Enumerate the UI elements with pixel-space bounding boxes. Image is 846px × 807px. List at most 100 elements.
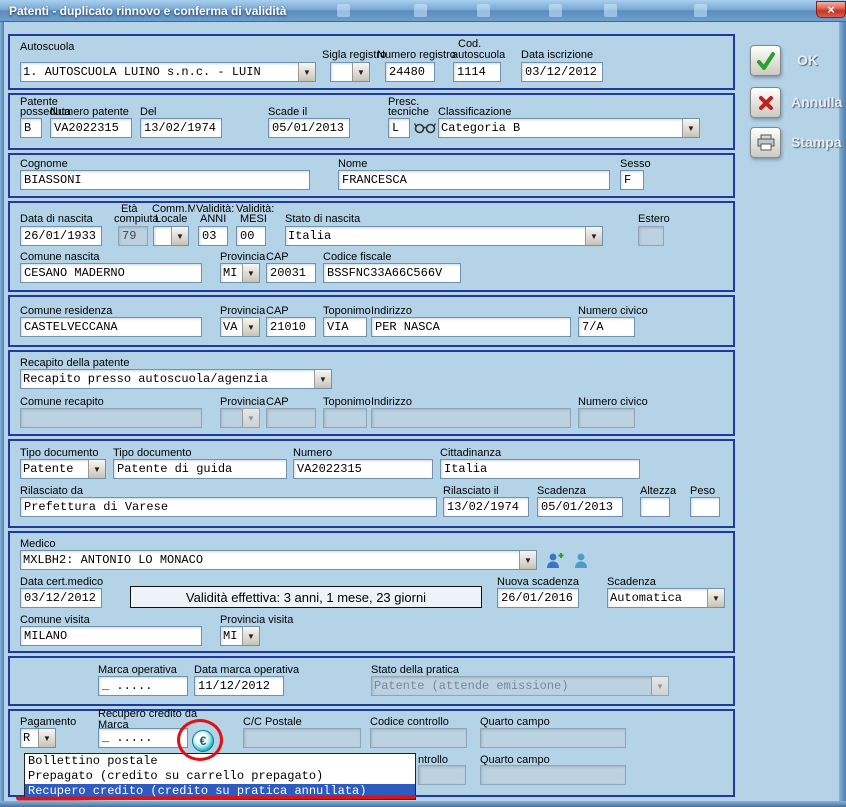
sigla-registro-select[interactable]: ▼ bbox=[330, 62, 370, 82]
recapito-select[interactable]: Recapito presso autoscuola/agenzia ▼ bbox=[20, 369, 332, 389]
app-window: Patenti - duplicato rinnovo e conferma d… bbox=[0, 0, 846, 807]
close-icon: × bbox=[827, 2, 835, 17]
peso-field[interactable] bbox=[690, 497, 720, 517]
ok-button-label[interactable]: OK bbox=[797, 52, 818, 68]
rilasciato-da-field[interactable]: Prefettura di Varese bbox=[20, 497, 437, 517]
presc-field[interactable]: L bbox=[388, 118, 410, 138]
nome-label: Nome bbox=[338, 158, 367, 170]
classificazione-select[interactable]: Categoria B ▼ bbox=[438, 118, 700, 138]
chevron-down-icon: ▼ bbox=[242, 318, 259, 336]
estero-field bbox=[638, 226, 664, 246]
recapito-value: Recapito presso autoscuola/agenzia bbox=[21, 370, 314, 388]
cittadinanza-field[interactable]: Italia bbox=[440, 459, 640, 479]
anni-field[interactable]: 03 bbox=[198, 226, 228, 246]
comune-residenza-label: Comune residenza bbox=[20, 305, 112, 317]
doctor-icon[interactable] bbox=[571, 551, 591, 576]
comune-nascita-field[interactable]: CESANO MADERNO bbox=[20, 263, 202, 283]
medico-select[interactable]: MXLBH2: ANTONIO LO MONACO ▼ bbox=[20, 550, 537, 570]
rilasciato-da-label: Rilasciato da bbox=[20, 485, 83, 497]
sesso-field[interactable]: F bbox=[620, 170, 644, 190]
euro-credit-icon[interactable]: € bbox=[192, 730, 214, 752]
numero-patente-field[interactable]: VA2022315 bbox=[50, 118, 132, 138]
stato-nascita-select[interactable]: Italia ▼ bbox=[285, 226, 603, 246]
mesi-field[interactable]: 00 bbox=[236, 226, 266, 246]
annulla-button[interactable] bbox=[750, 87, 781, 118]
del-field[interactable]: 13/02/1974 bbox=[140, 118, 222, 138]
altezza-field[interactable] bbox=[640, 497, 670, 517]
numero-civico-field[interactable]: 7/A bbox=[578, 317, 635, 337]
codice-fiscale-field[interactable]: BSSFNC33A66C566V bbox=[323, 263, 461, 283]
patente-posseduta-field[interactable]: B bbox=[20, 118, 42, 138]
comune-visita-field[interactable]: MILANO bbox=[20, 626, 202, 646]
estero-label: Estero bbox=[638, 213, 670, 225]
pagamento-select[interactable]: R ▼ bbox=[20, 728, 56, 748]
titlebar[interactable]: Patenti - duplicato rinnovo e conferma d… bbox=[0, 0, 846, 22]
glasses-icon[interactable] bbox=[414, 120, 436, 140]
annulla-button-label[interactable]: Annulla bbox=[791, 94, 842, 110]
rilasciato-il-field[interactable]: 13/02/1974 bbox=[443, 497, 529, 517]
comm-med-select[interactable]: ▼ bbox=[153, 226, 189, 246]
stampa-button[interactable] bbox=[750, 127, 781, 158]
scadenza-documento-field[interactable]: 05/01/2013 bbox=[537, 497, 623, 517]
chevron-down-icon: ▼ bbox=[707, 589, 724, 607]
scade-il-label: Scade il bbox=[268, 106, 307, 118]
window-frame-left bbox=[0, 22, 4, 807]
chevron-down-icon: ▼ bbox=[682, 119, 699, 137]
cap-residenza-field[interactable]: 21010 bbox=[266, 317, 316, 337]
provincia-recapito-select: ▼ bbox=[220, 408, 260, 428]
provincia-recapito-value bbox=[221, 409, 242, 427]
dropdown-item-prepagato[interactable]: Prepagato (credito su carrello prepagato… bbox=[25, 769, 415, 784]
cognome-label: Cognome bbox=[20, 158, 68, 170]
sigla-registro-value bbox=[331, 63, 352, 81]
nome-field[interactable]: FRANCESCA bbox=[338, 170, 610, 190]
codice-controllo-field bbox=[370, 728, 467, 748]
scadenza-medico-select[interactable]: Automatica ▼ bbox=[607, 588, 725, 608]
nuova-scadenza-field[interactable]: 26/01/2016 bbox=[497, 588, 579, 608]
marca-operativa-field[interactable]: _ ..... bbox=[98, 676, 188, 696]
recapito-label: Recapito della patente bbox=[20, 357, 129, 369]
cod-autoscuola-field[interactable]: 1114 bbox=[453, 62, 501, 82]
data-cert-medico-label: Data cert.medico bbox=[20, 576, 103, 588]
toponimo-recapito-field bbox=[323, 408, 367, 428]
numero-registro-field[interactable]: 24480 bbox=[385, 62, 435, 82]
indirizzo-recapito-field bbox=[371, 408, 571, 428]
data-iscrizione-field[interactable]: 03/12/2012 bbox=[521, 62, 603, 82]
provincia-visita-select[interactable]: MI ▼ bbox=[220, 626, 260, 646]
stampa-button-label[interactable]: Stampa bbox=[791, 134, 842, 150]
toponimo-field[interactable]: VIA bbox=[323, 317, 367, 337]
numero-registro-label: Numero registro bbox=[377, 49, 456, 61]
add-doctor-icon[interactable] bbox=[545, 551, 565, 576]
close-button[interactable]: × bbox=[816, 1, 846, 18]
marca-operativa-label: Marca operativa bbox=[98, 664, 177, 676]
del-label: Del bbox=[140, 106, 157, 118]
tipo-documento-select[interactable]: Patente ▼ bbox=[20, 459, 106, 479]
scade-il-field[interactable]: 05/01/2013 bbox=[268, 118, 350, 138]
cap-nascita-field[interactable]: 20031 bbox=[266, 263, 316, 283]
scadenza-medico-value: Automatica bbox=[608, 589, 707, 607]
provincia-residenza-select[interactable]: VA ▼ bbox=[220, 317, 260, 337]
cognome-field[interactable]: BIASSONI bbox=[20, 170, 310, 190]
dropdown-item-recupero-credito[interactable]: Recupero credito (credito su pratica ann… bbox=[25, 784, 415, 799]
eta-field: 79 bbox=[118, 226, 148, 246]
ok-button[interactable] bbox=[750, 45, 781, 76]
data-nascita-field[interactable]: 26/01/1933 bbox=[20, 226, 102, 246]
rilasciato-il-label: Rilasciato il bbox=[443, 485, 499, 497]
data-cert-medico-field[interactable]: 03/12/2012 bbox=[20, 588, 102, 608]
printer-icon bbox=[755, 132, 777, 154]
autoscuola-value: 1. AUTOSCUOLA LUINO s.n.c. - LUIN bbox=[21, 63, 298, 81]
numero-documento-field[interactable]: VA2022315 bbox=[293, 459, 433, 479]
chevron-down-icon: ▼ bbox=[171, 227, 188, 245]
autoscuola-select[interactable]: 1. AUTOSCUOLA LUINO s.n.c. - LUIN ▼ bbox=[20, 62, 316, 82]
dropdown-item-bollettino[interactable]: Bollettino postale bbox=[25, 754, 415, 769]
sesso-label: Sesso bbox=[620, 158, 651, 170]
recupero-marca-field[interactable]: _ ..... bbox=[98, 728, 188, 748]
data-nascita-label: Data di nascita bbox=[20, 213, 93, 225]
tipo-documento-descr-field[interactable]: Patente di guida bbox=[113, 459, 287, 479]
data-marca-field[interactable]: 11/12/2012 bbox=[194, 676, 284, 696]
check-icon bbox=[755, 50, 777, 72]
mesi-label: MESI bbox=[240, 213, 267, 225]
comune-residenza-field[interactable]: CASTELVECCANA bbox=[20, 317, 202, 337]
indirizzo-field[interactable]: PER NASCA bbox=[371, 317, 571, 337]
chevron-down-icon: ▼ bbox=[242, 627, 259, 645]
provincia-nascita-select[interactable]: MI ▼ bbox=[220, 263, 260, 283]
